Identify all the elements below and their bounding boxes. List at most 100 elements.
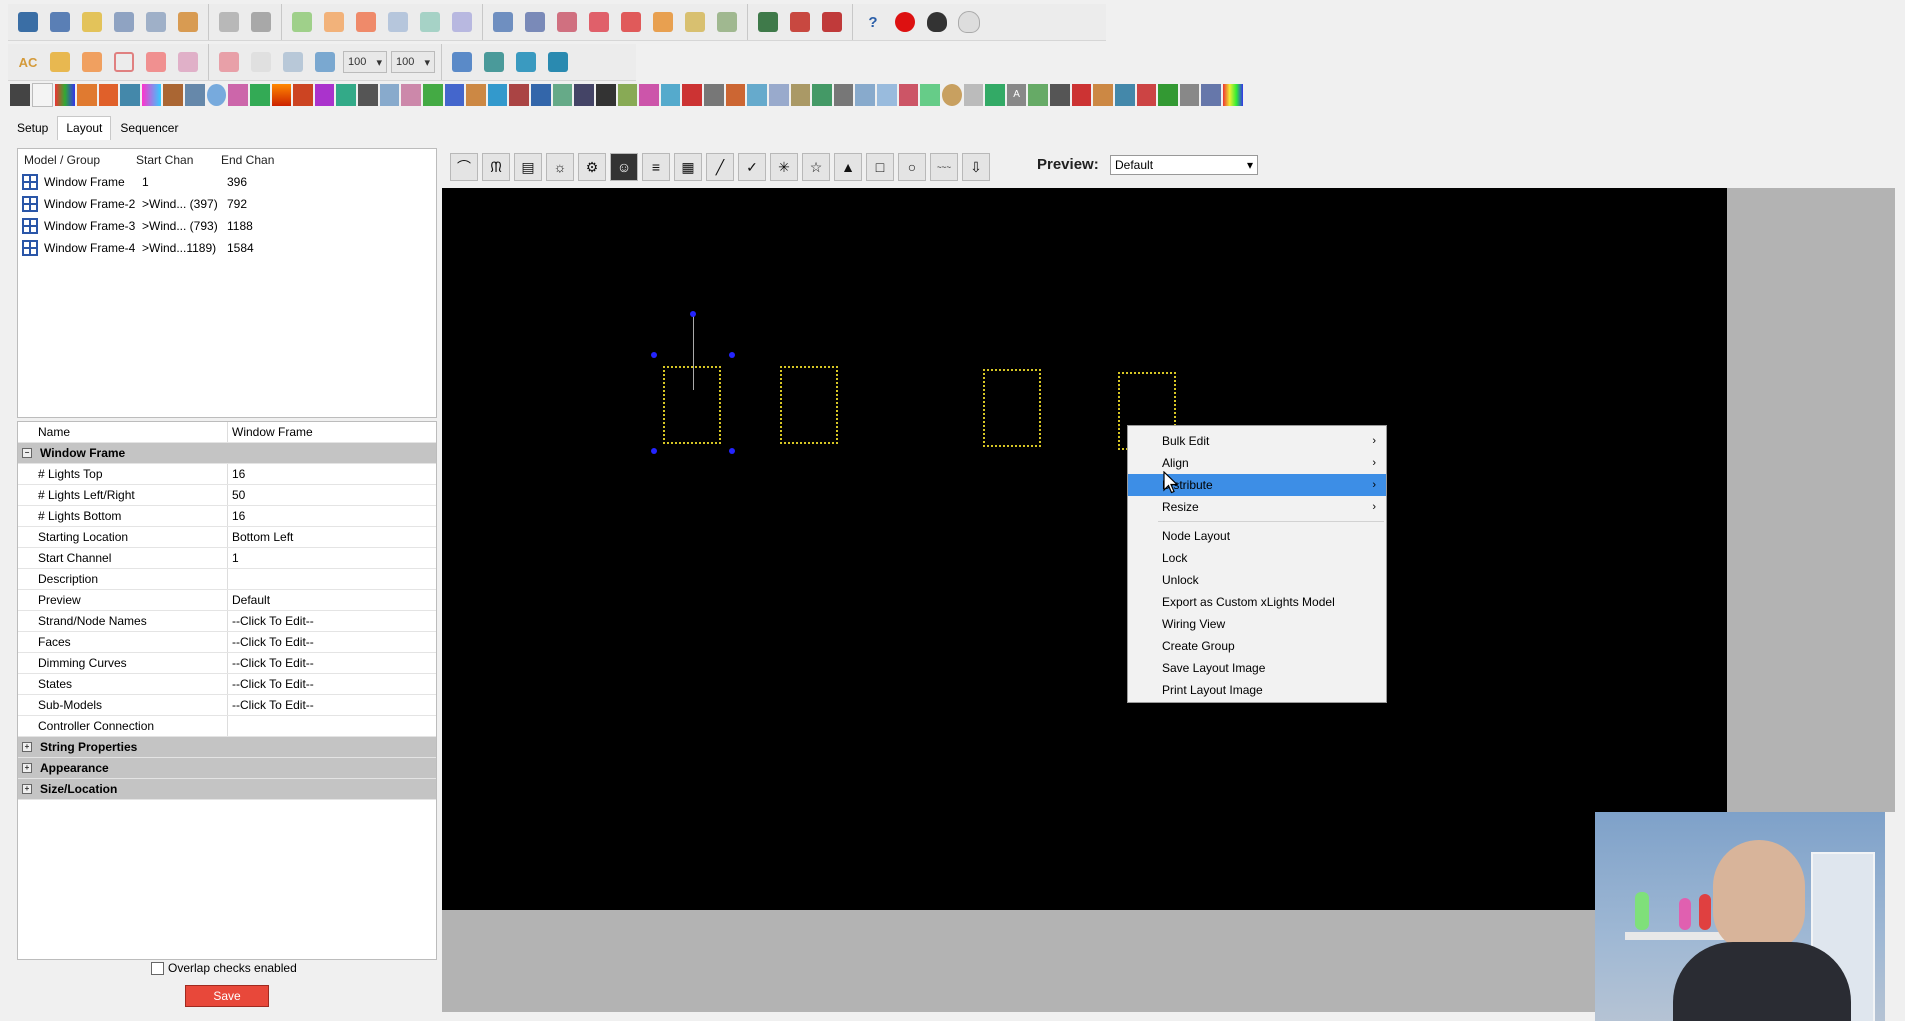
section-size-location[interactable]: + Size/Location bbox=[18, 779, 436, 800]
effect-faces-icon[interactable] bbox=[206, 84, 227, 106]
zoom-fit-icon[interactable] bbox=[818, 8, 846, 36]
property-value[interactable]: 16 bbox=[228, 509, 245, 523]
property-row[interactable]: Description bbox=[18, 569, 436, 590]
effect-curtain-icon[interactable] bbox=[163, 84, 183, 106]
layers-icon[interactable] bbox=[553, 8, 581, 36]
lightbulb-off-icon[interactable] bbox=[923, 8, 951, 36]
open-folder-icon[interactable] bbox=[14, 8, 42, 36]
dmx-tool-icon[interactable]: ⚙ bbox=[578, 153, 606, 181]
spinner-tool-icon[interactable]: ✳ bbox=[770, 153, 798, 181]
play-icon[interactable] bbox=[288, 8, 316, 36]
property-value[interactable]: --Click To Edit-- bbox=[228, 677, 314, 691]
menu-item-print-layout-image[interactable]: Print Layout Image bbox=[1128, 679, 1386, 701]
zoom-in-icon[interactable] bbox=[754, 8, 782, 36]
property-row[interactable]: # Lights Left/Right 50 bbox=[18, 485, 436, 506]
wreath-tool-icon[interactable]: ○ bbox=[898, 153, 926, 181]
house-icon[interactable] bbox=[649, 8, 677, 36]
effect-shape-icon[interactable] bbox=[747, 84, 767, 106]
ramp-fill-icon[interactable] bbox=[215, 48, 243, 76]
property-value[interactable]: 16 bbox=[228, 467, 245, 481]
effect-candle-icon[interactable] bbox=[98, 84, 119, 106]
effect-guitar-icon[interactable] bbox=[379, 84, 400, 106]
effect-wave-icon[interactable] bbox=[1114, 84, 1135, 106]
resize-handle[interactable] bbox=[729, 448, 735, 454]
overlap-checkbox[interactable] bbox=[151, 961, 164, 975]
import-tool-icon[interactable]: ⇩ bbox=[962, 153, 990, 181]
circle-tool-icon[interactable]: ☼ bbox=[546, 153, 574, 181]
effect-meteors-icon[interactable] bbox=[531, 84, 551, 106]
property-row[interactable]: Dimming Curves --Click To Edit-- bbox=[18, 653, 436, 674]
effect-tree-icon[interactable] bbox=[1028, 84, 1048, 106]
effect-strobe-icon[interactable] bbox=[963, 84, 984, 106]
outline-icon[interactable] bbox=[110, 48, 138, 76]
property-row[interactable]: Sub-Models --Click To Edit-- bbox=[18, 695, 436, 716]
shimmer-icon[interactable] bbox=[174, 48, 202, 76]
effect-fireworks-icon[interactable] bbox=[293, 84, 313, 106]
effect-lines-icon[interactable] bbox=[466, 84, 486, 106]
effect-pictures-icon[interactable] bbox=[617, 84, 638, 106]
property-row[interactable]: States --Click To Edit-- bbox=[18, 674, 436, 695]
effect-fan-icon[interactable] bbox=[228, 84, 248, 106]
effect-text-icon[interactable]: A bbox=[1006, 84, 1027, 106]
star-tool-icon[interactable]: ☆ bbox=[802, 153, 830, 181]
effect-twinkle-icon[interactable] bbox=[1050, 84, 1070, 106]
tab-layout[interactable]: Layout bbox=[57, 116, 112, 140]
effect-snowstorm-icon[interactable] bbox=[877, 84, 897, 106]
single-line-tool-icon[interactable]: ╱ bbox=[706, 153, 734, 181]
menu-item-node-layout[interactable]: Node Layout bbox=[1128, 525, 1386, 547]
effect-rainbow-icon[interactable] bbox=[1223, 84, 1243, 106]
effect-spirograph-icon[interactable] bbox=[920, 84, 940, 106]
menu-item-wiring-view[interactable]: Wiring View bbox=[1128, 613, 1386, 635]
effect-pinwheel-icon[interactable] bbox=[639, 84, 659, 106]
rotate-handle[interactable] bbox=[690, 311, 696, 317]
model-row[interactable]: Window Frame 1 396 bbox=[18, 171, 436, 193]
menu-item-save-layout-image[interactable]: Save Layout Image bbox=[1128, 657, 1386, 679]
effect-plasma-icon[interactable] bbox=[660, 84, 681, 106]
sparkle-icon[interactable] bbox=[46, 48, 74, 76]
pause-icon[interactable] bbox=[320, 8, 348, 36]
effect-piano-icon[interactable] bbox=[595, 84, 616, 106]
property-row[interactable]: # Lights Bottom 16 bbox=[18, 506, 436, 527]
save-button[interactable]: Save bbox=[185, 985, 269, 1007]
effect-video-icon[interactable] bbox=[1093, 84, 1113, 106]
save-icon[interactable] bbox=[110, 8, 138, 36]
replay-icon[interactable] bbox=[448, 8, 476, 36]
model-row[interactable]: Window Frame-3 >Wind... (793) 1188 bbox=[18, 215, 436, 237]
menu-item-bulk-edit[interactable]: Bulk Edit › bbox=[1128, 430, 1386, 452]
effect-spirals-icon[interactable] bbox=[898, 84, 919, 106]
window-frame-model[interactable] bbox=[663, 366, 721, 444]
zoom-level-1[interactable]: 100 ▾ bbox=[343, 51, 387, 73]
window-restore-icon[interactable] bbox=[512, 48, 540, 76]
section-string-properties[interactable]: + String Properties bbox=[18, 737, 436, 758]
expand-icon[interactable]: + bbox=[22, 763, 32, 773]
effect-off-icon[interactable] bbox=[10, 84, 30, 106]
wave-icon[interactable] bbox=[142, 48, 170, 76]
effect-tree2-icon[interactable] bbox=[1158, 84, 1178, 106]
effect-shockwave-icon[interactable] bbox=[790, 84, 811, 106]
effect-shader-icon[interactable] bbox=[725, 84, 746, 106]
effect-galaxy-icon[interactable] bbox=[314, 84, 335, 106]
ramp-down-icon[interactable] bbox=[279, 48, 307, 76]
effect-liquid-icon[interactable] bbox=[487, 84, 508, 106]
tree-tool-icon[interactable]: ▲ bbox=[834, 153, 862, 181]
effect-lightning-icon[interactable] bbox=[444, 84, 465, 106]
expand-icon[interactable]: + bbox=[22, 742, 32, 752]
resize-handle[interactable] bbox=[651, 448, 657, 454]
text-ac-icon[interactable]: AC bbox=[14, 48, 42, 76]
effect-servo-icon[interactable] bbox=[704, 84, 724, 106]
paint-bucket-icon[interactable] bbox=[448, 48, 476, 76]
column-start-chan[interactable]: Start Chan bbox=[136, 153, 221, 167]
effect-vumeter-icon[interactable] bbox=[1071, 84, 1092, 106]
property-value[interactable]: Default bbox=[228, 593, 270, 607]
render-all-icon[interactable] bbox=[174, 8, 202, 36]
lightbulb-icon[interactable] bbox=[955, 8, 983, 36]
triangle-tool-icon[interactable] bbox=[617, 8, 645, 36]
collapse-icon[interactable]: − bbox=[22, 448, 32, 458]
effect-colorwash-icon[interactable] bbox=[141, 84, 162, 106]
effect-ripple-icon[interactable] bbox=[682, 84, 702, 106]
window-max-icon[interactable] bbox=[544, 48, 572, 76]
face-tool-icon[interactable]: ☺ bbox=[610, 153, 638, 181]
property-value[interactable]: --Click To Edit-- bbox=[228, 614, 314, 628]
new-sequence-icon[interactable] bbox=[46, 8, 74, 36]
fill-icon[interactable] bbox=[78, 48, 106, 76]
